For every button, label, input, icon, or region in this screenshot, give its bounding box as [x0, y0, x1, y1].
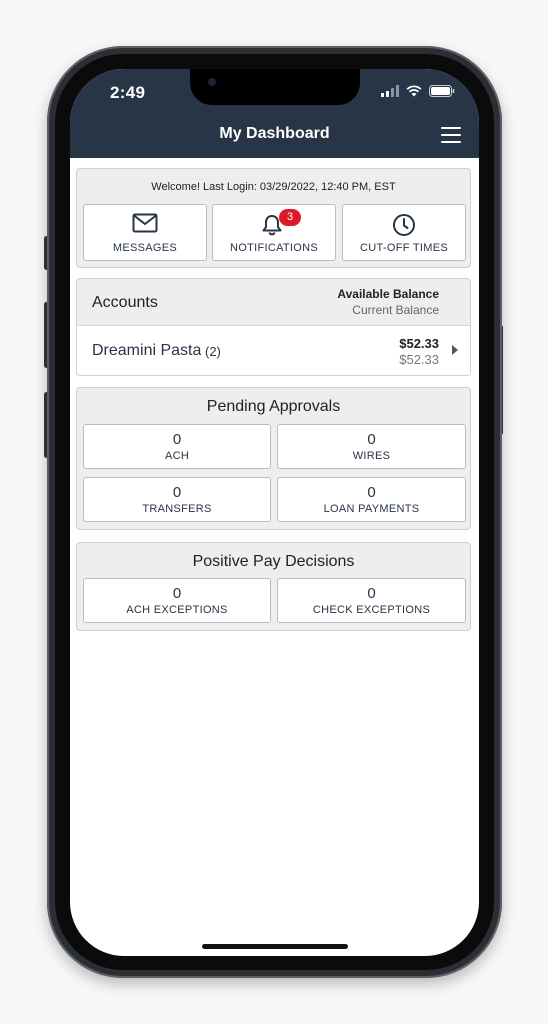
envelope-icon	[132, 213, 158, 233]
clock-icon	[393, 214, 415, 236]
account-name: Dreamini Pasta	[92, 342, 202, 359]
notifications-button[interactable]: 3 NOTIFICATIONS	[212, 204, 336, 261]
pending-transfers-label: TRANSFERS	[142, 503, 212, 515]
camera-icon	[208, 78, 216, 86]
page-title: My Dashboard	[219, 125, 330, 142]
signal-icon	[381, 85, 399, 97]
wifi-icon	[406, 85, 422, 97]
account-current-balance: $52.33	[399, 352, 439, 367]
cut-off-times-button[interactable]: CUT-OFF TIMES	[342, 204, 466, 261]
ach-exceptions-label: ACH EXCEPTIONS	[126, 604, 228, 616]
messages-label: MESSAGES	[112, 242, 178, 254]
accounts-header: Accounts Available Balance Current Balan…	[77, 279, 470, 325]
check-exceptions-tile[interactable]: 0 CHECK EXCEPTIONS	[277, 578, 466, 623]
check-exceptions-label: CHECK EXCEPTIONS	[312, 604, 431, 616]
pending-loan-payments-count: 0	[367, 484, 376, 501]
messages-button[interactable]: MESSAGES	[83, 204, 207, 261]
hamburger-menu-icon[interactable]	[441, 127, 461, 143]
pending-approvals-title: Pending Approvals	[206, 398, 341, 415]
pending-transfers-count: 0	[172, 484, 182, 501]
account-row[interactable]: Dreamini Pasta (2) $52.33 $52.33	[77, 325, 470, 375]
notch	[190, 69, 360, 105]
status-icons	[381, 85, 455, 97]
ach-exceptions-tile[interactable]: 0 ACH EXCEPTIONS	[83, 578, 271, 623]
app-header: 2:49 My Dashboard	[70, 69, 479, 158]
check-exceptions-count: 0	[367, 585, 376, 602]
notification-count-badge: 3	[279, 209, 301, 226]
chevron-right-icon	[452, 345, 458, 355]
pending-wires-label: WIRES	[352, 450, 391, 462]
pending-ach-tile[interactable]: 0 ACH	[83, 424, 271, 469]
status-time: 2:49	[110, 83, 146, 102]
positive-pay-title: Positive Pay Decisions	[192, 553, 355, 570]
accounts-panel: Accounts Available Balance Current Balan…	[76, 278, 471, 376]
current-balance-header: Current Balance	[352, 303, 439, 317]
cut-off-times-label: CUT-OFF TIMES	[359, 242, 449, 254]
pending-approvals-panel: Pending Approvals 0 ACH 0 WIRES 0 TRANSF…	[76, 387, 471, 530]
notifications-label: NOTIFICATIONS	[229, 242, 319, 254]
pending-loan-payments-tile[interactable]: 0 LOAN PAYMENTS	[277, 477, 466, 522]
pending-loan-payments-label: LOAN PAYMENTS	[323, 503, 420, 515]
pending-transfers-tile[interactable]: 0 TRANSFERS	[83, 477, 271, 522]
pending-wires-count: 0	[367, 431, 376, 448]
account-available-balance: $52.33	[399, 336, 439, 351]
pending-ach-label: ACH	[164, 450, 190, 462]
last-login-text: Welcome! Last Login: 03/29/2022, 12:40 P…	[151, 181, 396, 193]
home-indicator[interactable]	[202, 944, 348, 949]
ach-exceptions-count: 0	[172, 585, 182, 602]
account-count: (2)	[205, 344, 221, 359]
accounts-title: Accounts	[92, 294, 158, 311]
pending-ach-count: 0	[172, 431, 182, 448]
pending-wires-tile[interactable]: 0 WIRES	[277, 424, 466, 469]
welcome-panel: Welcome! Last Login: 03/29/2022, 12:40 P…	[76, 168, 471, 268]
available-balance-header: Available Balance	[337, 287, 439, 301]
battery-icon	[429, 85, 455, 97]
positive-pay-panel: Positive Pay Decisions 0 ACH EXCEPTIONS …	[76, 542, 471, 631]
phone-screen: 2:49 My Dashboard Welcome! Last Login: 0…	[70, 69, 479, 956]
